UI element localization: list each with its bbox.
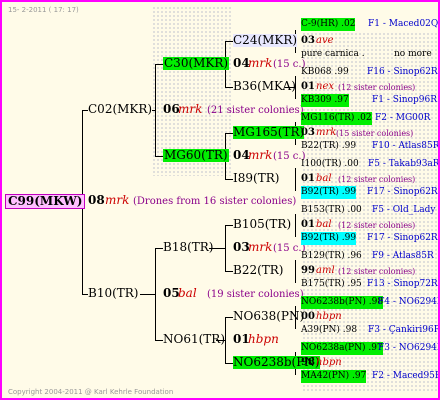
connector-line — [295, 168, 296, 191]
connector-line — [225, 179, 233, 180]
connector-line — [225, 271, 233, 272]
gen4-breed: bal — [316, 173, 332, 184]
gen4-loc: F1 - Maced02Q — [368, 19, 439, 29]
header-date: 15- 2-2011 ( 17: 17) — [8, 6, 79, 14]
gen4-breed: hbpn — [316, 311, 342, 322]
gen3-1-id[interactable]: C24(MKR) — [233, 34, 298, 47]
gen4-id[interactable]: B153(TR) .00 — [301, 204, 362, 217]
gen4-year: 03 — [301, 127, 315, 138]
gen4-loc: F13 - Sinop72R — [367, 279, 438, 289]
gen4-loc: F5 - Takab93aR — [368, 159, 440, 169]
gen4-id[interactable]: MG116(TR) .02 — [301, 112, 372, 125]
connector-line — [295, 214, 296, 237]
gen3-9-id[interactable]: B22(TR) — [233, 264, 284, 277]
pedigree-frame: 15- 2-2011 ( 17: 17) C99(MKW) C02(MKR) 0… — [0, 0, 440, 400]
connector-line — [152, 110, 156, 111]
gen3-5-breed: mrk — [248, 148, 273, 162]
gen3-4-id[interactable]: MG165(TR) — [233, 126, 305, 139]
connector-line — [225, 41, 233, 42]
gen4-info: (12 sister colonies) — [338, 83, 416, 92]
gen1-dam-id[interactable]: C02(MKR) — [88, 103, 152, 116]
gen4-loc: F1 - Sinop96R — [372, 95, 437, 105]
gen4-breed: aml — [316, 265, 335, 276]
gen4-loc: F3 - NO6294R — [378, 343, 440, 353]
gen4-year: 03 — [301, 35, 315, 46]
gen2-c-info: (19 sister colonies) — [207, 289, 304, 300]
gen4-loc: F17 - Sinop62R — [367, 187, 438, 197]
gen4-id[interactable]: KB068 .99 — [301, 66, 349, 79]
gen4-breed: ave — [316, 35, 334, 46]
gen1-dam-info: (Drones from 16 sister colonies) — [133, 196, 297, 207]
gen4-year: 00 — [301, 311, 315, 322]
gen2-a-info: (21 sister colonies) — [207, 105, 304, 116]
gen4-info: (15 sister colonies) — [336, 129, 414, 138]
gen4-info: (12 sister colonies) — [338, 267, 416, 276]
gen4-id[interactable]: NO6238a(PN) .97 — [301, 342, 383, 355]
gen2-c-breed: bal — [178, 286, 197, 300]
connector-line — [155, 340, 163, 341]
gen4-year: 01 — [301, 219, 315, 230]
gen4-loc: F17 - Sinop62R — [367, 233, 438, 243]
gen4-loc: F2 - Maced95R — [372, 371, 440, 381]
gen3-2-breed: mrk — [248, 56, 273, 70]
root-queen-id[interactable]: C99(MKW) — [5, 194, 86, 209]
gen4-breed: nex — [316, 81, 334, 92]
gen4-id[interactable]: pure carnica . — [301, 48, 365, 61]
gen3-8-breed: mrk — [248, 240, 273, 254]
gen4-info: (12 sister colonies) — [338, 175, 416, 184]
gen4-id[interactable]: I100(TR) .00 — [301, 158, 359, 171]
gen4-id[interactable]: B92(TR) .99 — [301, 186, 357, 199]
connector-line — [155, 156, 163, 157]
gen1-dam-breed: mrk — [105, 193, 130, 207]
connector-line — [155, 64, 163, 65]
gen4-loc: no more — [394, 49, 432, 59]
gen4-loc: F10 - Atlas85R — [372, 141, 440, 151]
gen3-7-id[interactable]: B105(TR) — [233, 218, 291, 231]
gen4-breed: bal — [316, 219, 332, 230]
gen1-dam-year: 08 — [88, 193, 105, 207]
gen4-loc: F16 - Sinop62R — [367, 67, 438, 77]
gen2-d-id[interactable]: NO61(TR) — [163, 333, 225, 346]
gen4-loc: F3 - Çankiri96R — [368, 325, 440, 335]
connector-line — [225, 225, 233, 226]
gen4-info: (12 sister colonies) — [338, 221, 416, 230]
gen3-3-id[interactable]: B36(MKA) — [233, 80, 296, 93]
connector-line — [155, 248, 163, 249]
gen2-c-id[interactable]: B18(TR) — [163, 241, 214, 254]
gen2-a-id[interactable]: C30(MKR) — [163, 57, 230, 70]
gen3-10-id[interactable]: NO638(PN) — [233, 310, 304, 323]
gen4-year: 01 — [301, 173, 315, 184]
gen4-breed: hbpn — [316, 357, 342, 368]
connector-line — [295, 260, 296, 283]
gen4-loc: F5 - Old_Lady — [372, 205, 436, 215]
gen4-loc: F9 - Atlas85R — [372, 251, 434, 261]
connector-line — [225, 87, 233, 88]
gen2-a-breed: mrk — [178, 102, 203, 116]
gen4-year: 99 — [301, 265, 315, 276]
gen4-id[interactable]: MA42(PN) .97 — [301, 370, 367, 383]
gen4-id[interactable]: B92(TR) .99 — [301, 232, 357, 245]
gen4-id[interactable]: A39(PN) .98 — [301, 324, 357, 337]
gen4-loc: F4 - NO6294R — [378, 297, 440, 307]
gen1-sire-id[interactable]: B10(TR) — [88, 287, 139, 300]
gen2-b-id[interactable]: MG60(TR) — [163, 149, 229, 162]
gen4-id[interactable]: B175(TR) .95 — [301, 278, 362, 291]
gen4-year: 98 — [301, 357, 315, 368]
connector-line — [140, 294, 156, 295]
gen4-id[interactable]: NO6238b(PN) .98 — [301, 296, 384, 309]
gen3-11-breed: hbpn — [248, 332, 279, 346]
connector-line — [225, 317, 233, 318]
gen4-id[interactable]: KB309 .97 — [301, 94, 349, 107]
footer-copyright: Copyright 2004-2011 @ Karl Kehrle Founda… — [8, 388, 174, 396]
connector-line — [225, 363, 233, 364]
gen3-6-id[interactable]: I89(TR) — [233, 172, 279, 185]
gen4-id[interactable]: C-9(HR) .02 — [301, 18, 356, 31]
gen4-id[interactable]: B129(TR) .96 — [301, 250, 362, 263]
connector-line — [225, 133, 233, 134]
gen4-id[interactable]: B22(TR) .99 — [301, 140, 356, 153]
gen4-breed: mrk — [316, 127, 337, 138]
gen4-loc: F2 - MG00R — [375, 113, 431, 123]
gen4-year: 01 — [301, 81, 315, 92]
